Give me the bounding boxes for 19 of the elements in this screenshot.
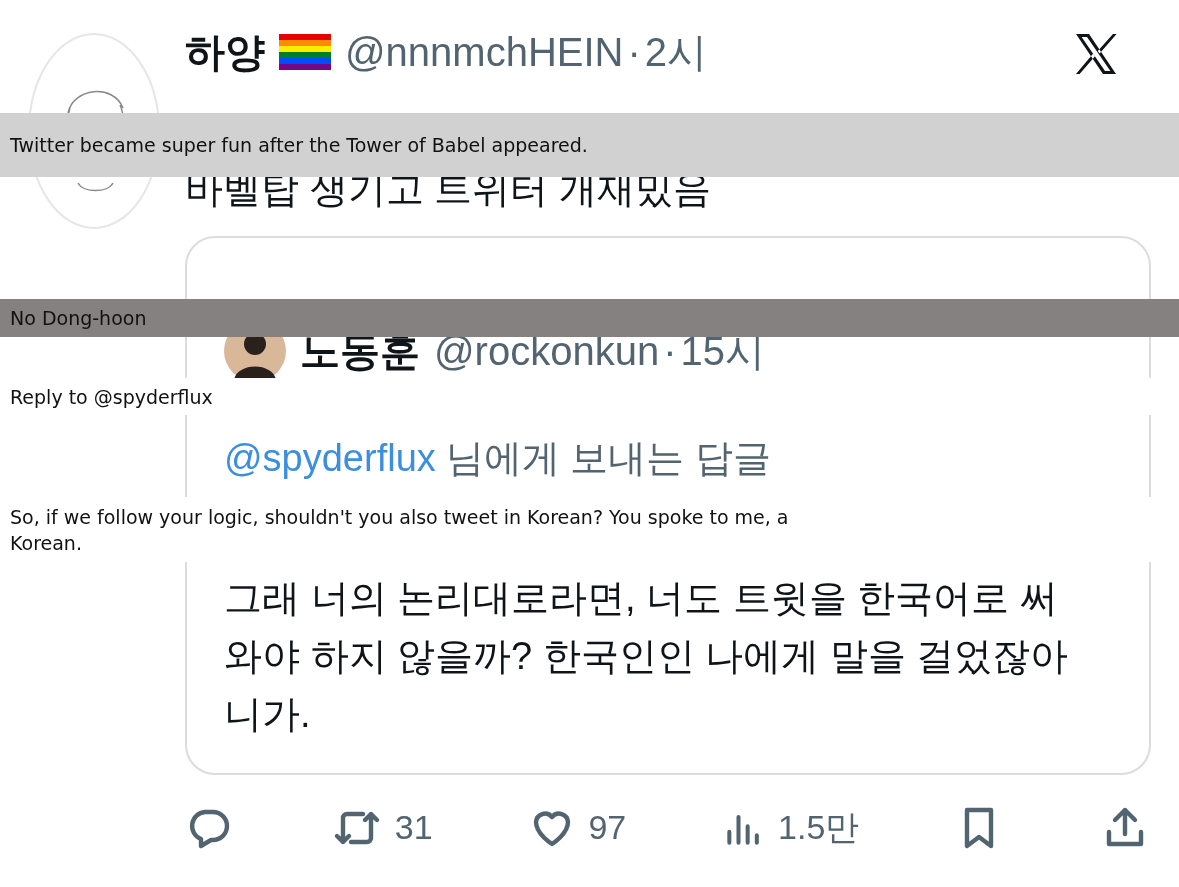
- quoted-author-handle: @rockonkun: [434, 328, 660, 375]
- action-count: 31: [394, 807, 433, 848]
- post-time: 2시: [644, 29, 708, 76]
- translation-text: So, if we follow your logic, shouldn't you also tweet in Korean? You spoke to me, a Korean.: [10, 504, 790, 556]
- author-handle: @nnnmchHEIN: [345, 29, 624, 76]
- separator-dot: ·: [663, 328, 677, 375]
- mention-link[interactable]: @spyderflux: [224, 434, 436, 482]
- flag-icon: [279, 34, 331, 70]
- quoted-author-name: 노동훈: [300, 328, 420, 375]
- action-count: 97: [588, 807, 627, 848]
- translation-text: Twitter became super fun after the Tower of Babel appeared.: [10, 133, 589, 158]
- quoted-post-text: 그래 너의 논리대로라면, 너도 트윗을 한국어로 써와야 하지 않을까? 한국인인 나에게 말을 걸었잖아니가.: [224, 576, 1070, 737]
- author-name: 하양: [185, 29, 265, 76]
- action-count: 1.5만: [778, 807, 860, 848]
- separator-dot: ·: [627, 29, 641, 76]
- translation-text: No Dong-hoon: [10, 306, 148, 331]
- quoted-post-time: 15시: [680, 328, 765, 375]
- reply-label: 님에게 보내는 답글: [445, 436, 771, 481]
- translation-text: Reply to @spyderflux: [10, 384, 214, 410]
